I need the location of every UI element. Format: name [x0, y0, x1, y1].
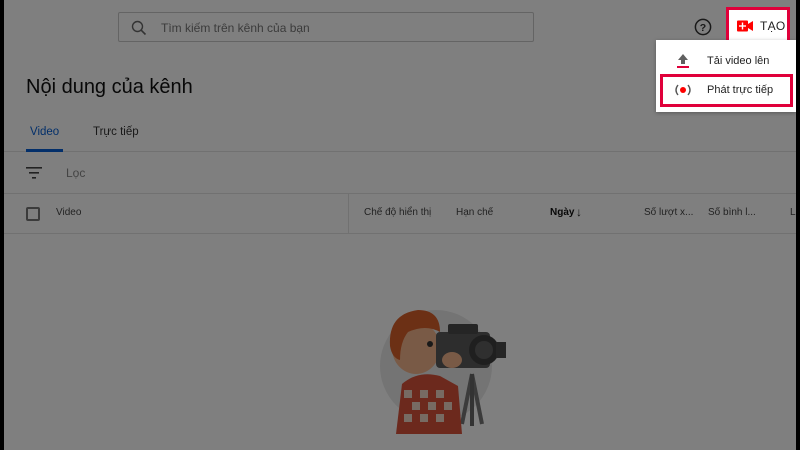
menu-item-upload-label: Tải video lên: [707, 55, 770, 67]
filter-icon[interactable]: [26, 166, 42, 180]
column-visibility[interactable]: Chế độ hiển thị: [364, 207, 431, 218]
column-divider: [348, 194, 349, 234]
search-placeholder: Tìm kiếm trên kênh của bạn: [161, 21, 310, 35]
sort-arrow-icon[interactable]: ↓: [576, 205, 582, 219]
video-camera-plus-icon: [737, 20, 753, 32]
create-button-label: TẠO: [760, 19, 786, 33]
tab-live[interactable]: Trực tiếp: [93, 126, 139, 138]
filter-bar: Lọc: [4, 152, 796, 194]
help-icon[interactable]: ?: [694, 18, 712, 36]
upload-icon: [677, 54, 689, 68]
column-video: Video: [56, 207, 82, 218]
empty-state-illustration: [380, 310, 506, 434]
page-title: Nội dung của kênh: [26, 76, 193, 98]
column-truncated[interactable]: L: [790, 207, 796, 218]
create-menu: Tải video lên Phát trực tiếp: [656, 40, 796, 112]
column-restrictions[interactable]: Hạn chế: [456, 207, 493, 218]
search-icon: [131, 20, 147, 36]
content-tabs: Video Trực tiếp: [4, 118, 796, 152]
filter-input[interactable]: Lọc: [66, 166, 85, 180]
menu-item-go-live-label: Phát trực tiếp: [707, 84, 774, 96]
tab-video[interactable]: Video: [30, 126, 59, 138]
svg-text:?: ?: [700, 22, 706, 34]
live-broadcast-icon: [675, 84, 691, 96]
select-all-checkbox[interactable]: [26, 207, 40, 221]
menu-item-go-live[interactable]: Phát trực tiếp: [656, 74, 796, 106]
column-views[interactable]: Số lượt x...: [644, 207, 693, 218]
table-header: Video Chế độ hiển thị Hạn chế Ngày ↓ Số …: [4, 194, 796, 234]
create-button[interactable]: TẠO: [726, 7, 790, 43]
studio-window: Tìm kiếm trên kênh của bạn ? TẠO Nội dun…: [4, 0, 796, 450]
menu-item-upload[interactable]: Tải video lên: [656, 45, 796, 77]
column-comments[interactable]: Số bình l...: [708, 207, 756, 218]
column-date[interactable]: Ngày: [550, 207, 574, 218]
search-box[interactable]: Tìm kiếm trên kênh của bạn: [118, 12, 534, 42]
